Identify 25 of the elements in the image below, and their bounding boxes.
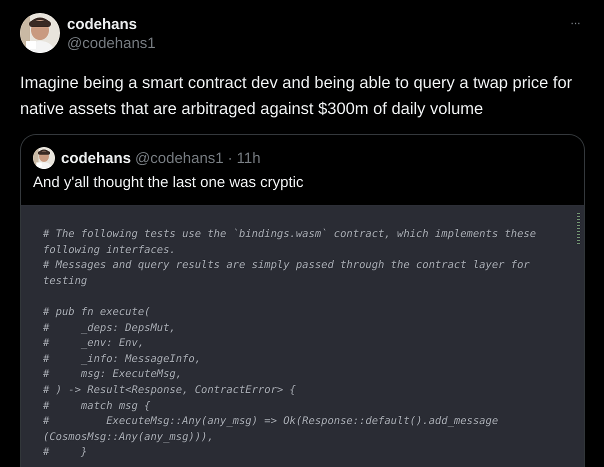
code-line: # ) -> Result<Response, ContractError> { bbox=[43, 382, 297, 398]
quote-time: 11h bbox=[236, 150, 261, 166]
code-line: # } bbox=[43, 445, 88, 460]
more-button[interactable]: ··· bbox=[566, 15, 584, 30]
code-line: following interfaces. bbox=[43, 242, 177, 258]
quote-card[interactable] bbox=[20, 134, 585, 467]
quote-text: And y'all thought the last one was cryptic bbox=[33, 173, 305, 193]
code-line: testing bbox=[43, 274, 88, 289]
code-line: # Messages and query results are simply passed through the contract layer for bbox=[43, 258, 531, 274]
code-line: # _env: Env, bbox=[43, 336, 146, 352]
quote-author-name: codehans bbox=[61, 150, 132, 166]
code-line: # The following tests use the `bindings.wasm` contract, which implements these bbox=[43, 227, 538, 242]
code-line: # ExecuteMsg::Any(any_msg) => Ok(Response::default().add_message bbox=[43, 414, 500, 430]
code-line: (CosmosMsg::Any(any_msg))), bbox=[43, 430, 215, 445]
code-line: # pub fn execute( bbox=[43, 304, 152, 320]
author-handle[interactable]: @codehans1 bbox=[67, 34, 156, 54]
quote-author-handle: @codehans1 bbox=[135, 150, 224, 166]
code-line: # _deps: DepsMut, bbox=[43, 320, 177, 336]
code-line: # msg: ExecuteMsg, bbox=[43, 367, 184, 382]
separator-dot: · bbox=[228, 150, 233, 166]
author-name[interactable]: codehans bbox=[67, 15, 156, 34]
scrollbar-marks-icon bbox=[577, 213, 580, 245]
code-line: # _info: MessageInfo, bbox=[43, 352, 202, 367]
code-line: # match msg { bbox=[43, 398, 152, 414]
tweet-text: Imagine being a smart contract dev and being able to query a twap price for native assets that are arbitraged against $300m of daily volume bbox=[20, 73, 574, 120]
